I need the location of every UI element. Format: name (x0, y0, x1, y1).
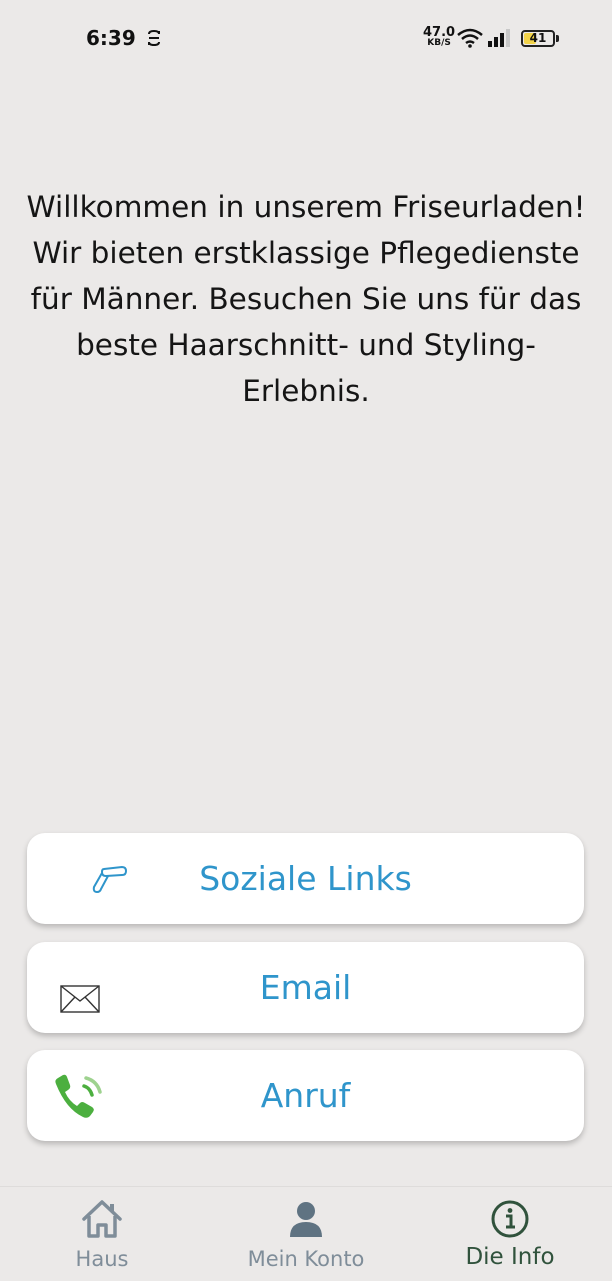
sync-icon (148, 29, 160, 47)
email-label: Email (259, 968, 352, 1007)
nav-info[interactable]: Die Info (408, 1187, 612, 1281)
call-label: Anruf (260, 1076, 351, 1115)
network-speed-unit: KB/S (427, 38, 451, 48)
nav-home[interactable]: Haus (0, 1187, 204, 1281)
network-speed: 47.0 KB/S (423, 26, 455, 48)
email-button[interactable]: Email (27, 942, 584, 1033)
user-icon (290, 1202, 322, 1237)
social-links-button[interactable]: Soziale Links (27, 833, 584, 924)
nav-account[interactable]: Mein Konto (204, 1187, 408, 1281)
battery-tip (556, 35, 559, 42)
info-icon (491, 1200, 529, 1238)
home-icon (82, 1200, 122, 1238)
bottom-navigation: Haus Mein Konto Die Info (0, 1186, 612, 1281)
status-bar: 6:39 47.0 KB/S 41 (0, 0, 612, 78)
nav-account-label: Mein Konto (247, 1247, 365, 1271)
battery-level: 41 (529, 31, 547, 45)
nav-info-label: Die Info (465, 1244, 555, 1270)
signal-icon (488, 29, 510, 47)
nav-home-label: Haus (75, 1247, 129, 1271)
status-time: 6:39 (86, 26, 136, 50)
battery-icon: 41 (521, 30, 555, 47)
call-button[interactable]: Anruf (27, 1050, 584, 1141)
welcome-text: Willkommen in unserem Friseurladen! Wir … (26, 190, 586, 408)
social-links-label: Soziale Links (199, 859, 412, 898)
wifi-icon (457, 28, 483, 48)
